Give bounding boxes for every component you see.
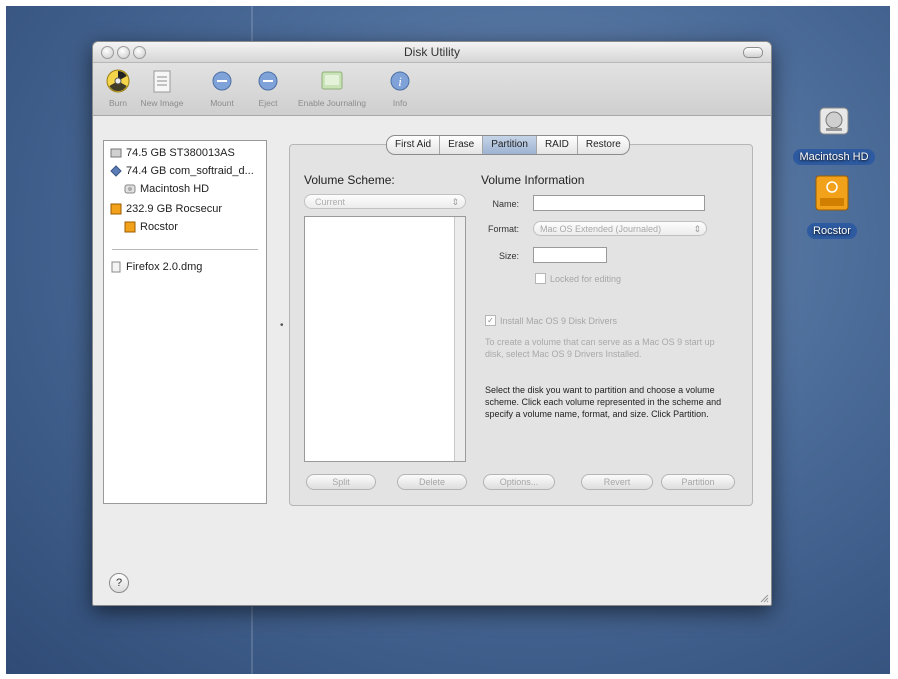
os9-hint: To create a volume that can serve as a M…: [485, 337, 715, 359]
burn-label: Burn: [109, 98, 127, 108]
format-label: Format:: [487, 224, 519, 234]
info-icon: i: [390, 71, 410, 91]
desktop-icon-rocstor[interactable]: Rocstor: [782, 172, 882, 239]
firewire-volume-icon: [124, 221, 136, 233]
new-image-icon: [153, 70, 171, 93]
volume-icon: [124, 184, 136, 194]
tab-restore[interactable]: Restore: [578, 136, 629, 154]
new-image-button[interactable]: New Image: [137, 67, 187, 108]
locked-checkbox[interactable]: [535, 273, 546, 284]
volume-scheme-select[interactable]: Current ⇕: [304, 194, 466, 209]
resize-grip-icon[interactable]: [759, 593, 769, 603]
desktop-icon-label: Macintosh HD: [793, 149, 875, 165]
journaling-icon: [321, 71, 343, 90]
tab-partition[interactable]: Partition: [483, 136, 537, 154]
split-view-handle[interactable]: •: [280, 320, 284, 331]
volume-scheme-value: Current: [315, 197, 346, 207]
disk-label: 74.4 GB com_softraid_d...: [126, 165, 254, 177]
info-label: Info: [392, 98, 408, 108]
volume-scheme-area[interactable]: [304, 216, 466, 462]
scheme-scrollbar[interactable]: [454, 217, 465, 461]
disk-utility-window: Disk Utility Burn New Image Mount Eject …: [92, 41, 772, 606]
name-label: Name:: [492, 199, 519, 209]
disk-row[interactable]: Firefox 2.0.dmg: [110, 261, 202, 273]
name-field[interactable]: [533, 195, 705, 211]
new-image-label: New Image: [140, 98, 184, 108]
disk-list: 74.5 GB ST380013AS 74.4 GB com_softraid_…: [103, 140, 267, 504]
install-drivers-checkbox-row[interactable]: ✓ Install Mac OS 9 Disk Drivers: [485, 315, 617, 326]
disk-row[interactable]: Macintosh HD: [124, 183, 209, 195]
info-button[interactable]: i Info: [385, 67, 415, 108]
install-drivers-checkbox[interactable]: ✓: [485, 315, 496, 326]
toolbar-toggle-button[interactable]: [743, 47, 763, 58]
mount-button[interactable]: Mount: [205, 67, 239, 108]
tab-bar: First Aid Erase Partition RAID Restore: [386, 135, 630, 155]
burn-icon: [106, 69, 130, 93]
title-bar[interactable]: Disk Utility: [93, 42, 771, 63]
svg-text:i: i: [398, 74, 402, 89]
tab-raid[interactable]: RAID: [537, 136, 578, 154]
burn-button[interactable]: Burn: [101, 67, 135, 108]
install-drivers-label: Install Mac OS 9 Disk Drivers: [500, 315, 618, 326]
toolbar: Burn New Image Mount Eject Enable Journa…: [93, 63, 771, 116]
revert-button[interactable]: Revert: [581, 474, 653, 490]
eject-label: Eject: [258, 98, 278, 108]
desktop-icon-label: Rocstor: [807, 223, 857, 239]
disk-label: 74.5 GB ST380013AS: [126, 147, 235, 159]
partition-instructions: Select the disk you want to partition an…: [485, 385, 722, 419]
disk-list-divider: [112, 249, 258, 250]
mount-icon: [212, 71, 232, 91]
raid-drive-icon: [110, 165, 122, 177]
desktop-icon-macintosh-hd[interactable]: Macintosh HD: [784, 100, 884, 165]
mount-label: Mount: [210, 98, 234, 108]
options-button[interactable]: Options...: [483, 474, 555, 490]
disk-label: Macintosh HD: [140, 183, 210, 195]
macintosh-hd-icon: [819, 107, 849, 135]
popup-arrows-icon: ⇕: [451, 197, 459, 207]
partition-button[interactable]: Partition: [661, 474, 735, 490]
hard-drive-icon: [110, 148, 122, 158]
size-field[interactable]: [533, 247, 607, 263]
disk-row[interactable]: 232.9 GB Rocsecur: [110, 203, 222, 215]
disk-label: Firefox 2.0.dmg: [126, 261, 203, 273]
locked-label: Locked for editing: [550, 273, 622, 284]
volume-scheme-heading: Volume Scheme:: [304, 173, 395, 187]
disk-label: 232.9 GB Rocsecur: [126, 203, 222, 215]
split-button[interactable]: Split: [306, 474, 376, 490]
window-title: Disk Utility: [404, 45, 460, 59]
help-button[interactable]: ?: [109, 573, 129, 593]
disk-row[interactable]: 74.5 GB ST380013AS: [110, 147, 235, 159]
firewire-drive-icon: [110, 203, 122, 215]
disk-row[interactable]: 74.4 GB com_softraid_d...: [110, 165, 254, 177]
format-value: Mac OS Extended (Journaled): [540, 224, 662, 234]
disk-label: Rocstor: [140, 221, 178, 233]
eject-icon: [258, 71, 278, 91]
popup-arrows-icon: ⇕: [693, 224, 701, 234]
tab-erase[interactable]: Erase: [440, 136, 484, 154]
rocstor-drive-icon: [815, 175, 849, 211]
eject-button[interactable]: Eject: [251, 67, 285, 108]
disk-row[interactable]: Rocstor: [124, 221, 178, 233]
locked-checkbox-row[interactable]: Locked for editing: [535, 273, 621, 284]
enable-journaling-label: Enable Journaling: [297, 98, 367, 108]
volume-info-heading: Volume Information: [481, 173, 585, 187]
disk-image-icon: [111, 261, 121, 273]
tab-first-aid[interactable]: First Aid: [387, 136, 441, 154]
format-select[interactable]: Mac OS Extended (Journaled) ⇕: [533, 221, 707, 236]
delete-button[interactable]: Delete: [397, 474, 467, 490]
size-label: Size:: [498, 251, 519, 261]
enable-journaling-button[interactable]: Enable Journaling: [291, 67, 373, 108]
